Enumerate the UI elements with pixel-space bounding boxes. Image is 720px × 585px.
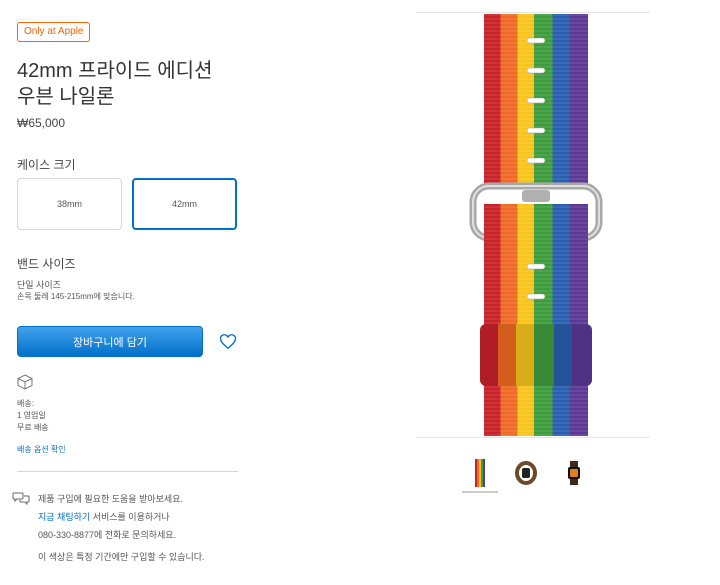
chat-now-link[interactable]: 지금 채팅하기 bbox=[38, 512, 90, 522]
favorite-heart-icon[interactable] bbox=[219, 333, 237, 350]
product-price: ₩65,000 bbox=[17, 116, 66, 130]
section-divider bbox=[17, 471, 238, 472]
thumbnail-band-loop[interactable] bbox=[508, 458, 544, 488]
help-line4: 이 색상은 특정 기간에만 구입할 수 있습니다. bbox=[38, 552, 205, 562]
case-size-38mm-option[interactable]: 38mm bbox=[17, 178, 122, 230]
add-to-bag-label: 장바구니에 담기 bbox=[73, 336, 147, 349]
box-icon bbox=[17, 374, 33, 390]
case-size-42mm-label: 42mm bbox=[171, 199, 197, 209]
image-bottom-border bbox=[416, 437, 650, 438]
help-line3: 080-330-8877에 전화로 문의하세요. bbox=[38, 530, 177, 540]
thumbnail-band-front[interactable] bbox=[462, 458, 498, 488]
shipping-options-link[interactable]: 배송 옵션 확인 bbox=[17, 444, 66, 456]
help-line2: 지금 채팅하기 서비스를 이용하거나 bbox=[38, 508, 205, 526]
image-top-border bbox=[416, 12, 650, 13]
only-at-apple-badge: Only at Apple bbox=[17, 22, 91, 42]
shipping-label: 배송: bbox=[17, 399, 34, 408]
thumbnail-watch-front[interactable] bbox=[556, 458, 592, 488]
product-title-line2: 우븐 나일론 bbox=[17, 86, 115, 108]
chat-bubbles-icon bbox=[12, 490, 30, 506]
shipping-cost: 무료 배송 bbox=[17, 423, 49, 432]
product-title: 42mm 프라이드 에디션 우븐 나일론 bbox=[17, 58, 257, 110]
case-size-label: 케이스 크기 bbox=[17, 158, 76, 172]
case-size-42mm-option[interactable]: 42mm bbox=[132, 178, 237, 230]
product-title-line1: 42mm 프라이드 에디션 bbox=[17, 60, 213, 82]
shipping-eta: 1 영업일 bbox=[17, 411, 46, 420]
help-line2-rest: 서비스를 이용하거나 bbox=[90, 512, 170, 522]
add-to-bag-button[interactable]: 장바구니에 담기 bbox=[17, 326, 203, 357]
band-size-label: 밴드 사이즈 bbox=[17, 257, 76, 271]
case-size-38mm-label: 38mm bbox=[56, 199, 82, 209]
band-size-note: 손목 둘레 145-215mm에 맞습니다. bbox=[17, 292, 135, 301]
selected-thumbnail-indicator bbox=[462, 491, 498, 493]
band-size-value: 단일 사이즈 bbox=[17, 280, 61, 290]
help-section: 제품 구입에 필요한 도움을 받아보세요. 지금 채팅하기 서비스를 이용하거나… bbox=[38, 490, 205, 566]
help-line1: 제품 구입에 필요한 도움을 받아보세요. bbox=[38, 494, 183, 504]
product-image bbox=[440, 14, 640, 436]
